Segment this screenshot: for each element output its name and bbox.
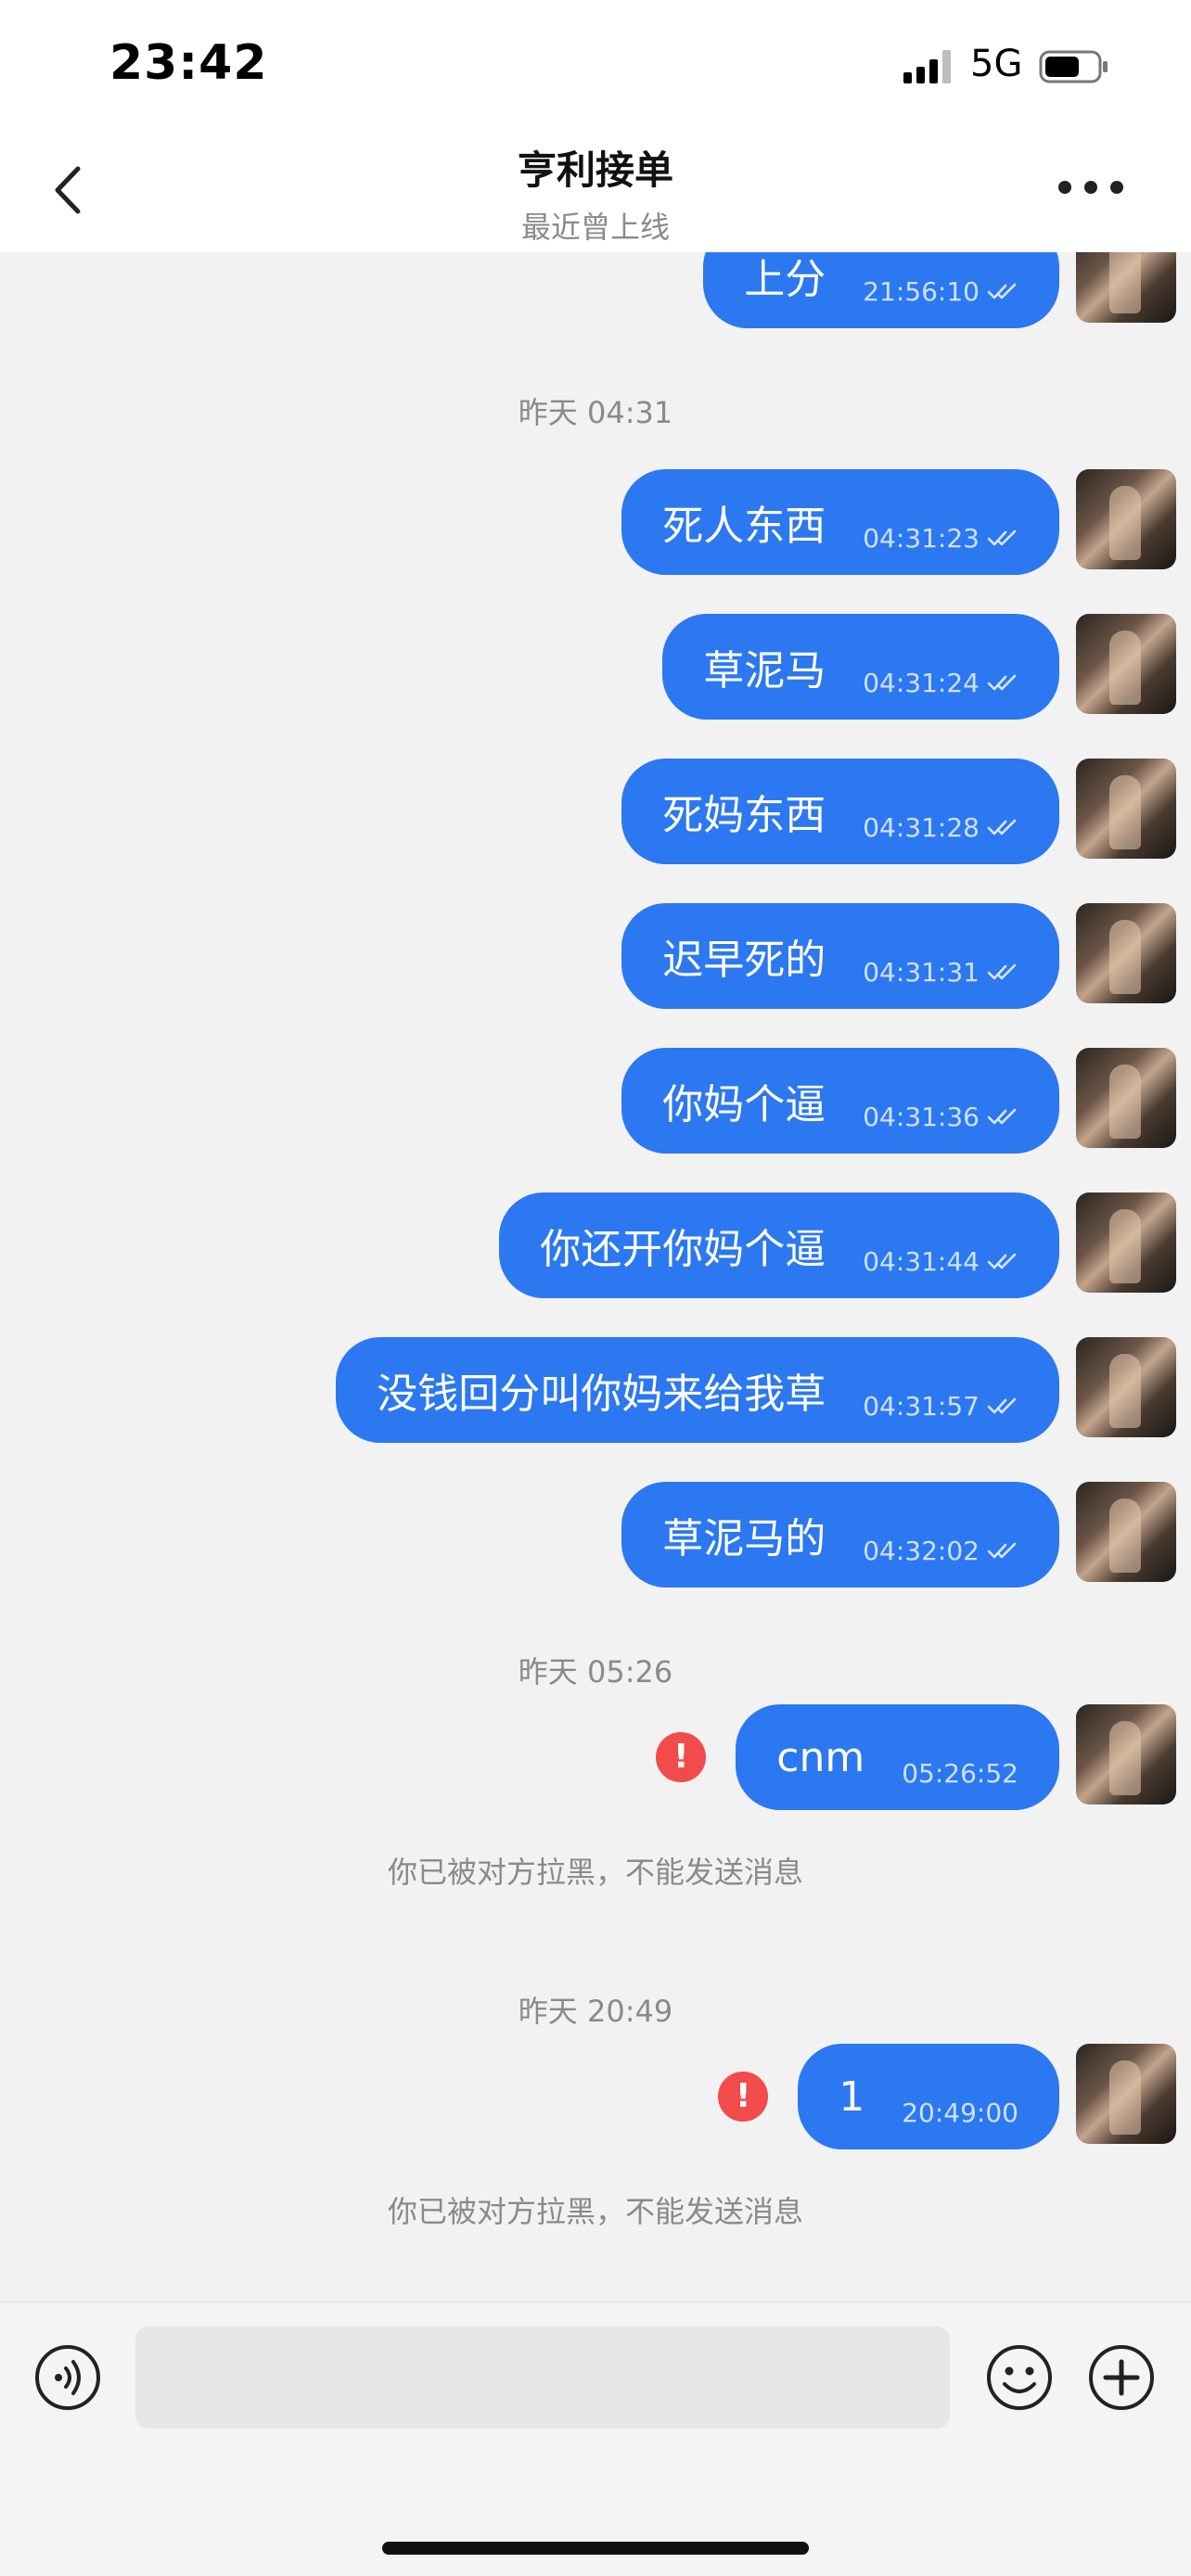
message-time: 04:31:44 xyxy=(863,1246,1018,1277)
error-icon[interactable]: ! xyxy=(718,2072,769,2122)
avatar[interactable] xyxy=(1076,903,1176,1003)
read-check-icon xyxy=(987,1397,1017,1414)
message-text: 草泥马 xyxy=(703,647,826,695)
message-time-text: 04:31:31 xyxy=(863,956,980,988)
message-bubble[interactable]: 迟早死的 04:31:31 xyxy=(621,903,1059,1009)
message-time: 04:31:31 xyxy=(863,957,1018,988)
read-check-icon xyxy=(987,529,1017,546)
message-time: 04:31:23 xyxy=(863,523,1018,554)
message-bubble[interactable]: 草泥马的 04:32:02 xyxy=(621,1482,1059,1588)
read-check-icon xyxy=(987,1253,1017,1269)
message-time-text: 04:31:44 xyxy=(863,1245,980,1277)
message-time: 21:56:10 xyxy=(863,276,1018,307)
message-input[interactable] xyxy=(135,2327,950,2429)
avatar[interactable] xyxy=(1076,252,1176,323)
date-separator: 昨天 04:31 xyxy=(518,395,673,430)
message-bubble[interactable]: cnm 05:26:52 xyxy=(736,1704,1059,1810)
chat-screen: 23:42 5G 亨利接单 最近曾上线 上分 21:56:10 昨天 04:31 死人… xyxy=(0,0,1191,2576)
message-row: 1 20:49:00! xyxy=(0,2044,1191,2149)
battery-icon xyxy=(1039,50,1108,83)
avatar[interactable] xyxy=(1076,614,1176,714)
cellular-signal-icon xyxy=(903,50,951,83)
message-row: 迟早死的 04:31:31 xyxy=(0,903,1191,1009)
message-time-text: 04:31:57 xyxy=(863,1390,980,1422)
read-check-icon xyxy=(987,674,1017,691)
voice-icon[interactable] xyxy=(33,2343,102,2412)
avatar[interactable] xyxy=(1076,759,1176,859)
network-type: 5G xyxy=(970,43,1023,85)
message-row: 上分 21:56:10 xyxy=(0,252,1191,328)
read-check-icon xyxy=(987,963,1017,980)
message-bubble[interactable]: 死妈东西 04:31:28 xyxy=(621,759,1059,864)
status-bar: 23:42 5G xyxy=(0,0,1191,130)
avatar[interactable] xyxy=(1076,1337,1176,1437)
message-time-text: 04:31:28 xyxy=(863,811,980,843)
message-text: 上分 xyxy=(744,256,826,303)
message-text: 迟早死的 xyxy=(662,937,826,984)
message-time-text: 04:31:23 xyxy=(863,522,980,554)
message-row: 草泥马的 04:32:02 xyxy=(0,1482,1191,1588)
message-time-text: 04:31:24 xyxy=(863,667,980,698)
message-bubble[interactable]: 死人东西 04:31:23 xyxy=(621,469,1059,575)
message-row: 草泥马 04:31:24 xyxy=(0,614,1191,720)
chat-title: 亨利接单 xyxy=(517,147,673,193)
message-bubble[interactable]: 上分 21:56:10 xyxy=(703,252,1059,328)
message-row: 死人东西 04:31:23 xyxy=(0,469,1191,575)
message-bubble[interactable]: 草泥马 04:31:24 xyxy=(662,614,1059,720)
message-text: 你妈个逼 xyxy=(662,1081,826,1129)
message-row: 你还开你妈个逼 04:31:44 xyxy=(0,1192,1191,1298)
message-time: 04:31:57 xyxy=(863,1391,1018,1422)
plus-icon[interactable] xyxy=(1087,2343,1156,2412)
message-time: 04:31:28 xyxy=(863,812,1018,843)
message-time: 04:31:36 xyxy=(863,1102,1018,1132)
read-check-icon xyxy=(987,283,1017,300)
message-time-text: 05:26:52 xyxy=(902,1757,1018,1789)
message-time-text: 04:32:02 xyxy=(863,1535,980,1566)
message-text: 1 xyxy=(839,2072,865,2121)
message-text: 草泥马的 xyxy=(662,1515,826,1562)
message-text: 没钱回分叫你妈来给我草 xyxy=(377,1371,826,1418)
read-check-icon xyxy=(987,819,1017,835)
avatar[interactable] xyxy=(1076,1704,1176,1804)
message-time: 04:31:24 xyxy=(863,668,1018,698)
avatar[interactable] xyxy=(1076,1192,1176,1293)
date-separator: 昨天 20:49 xyxy=(518,1994,673,2029)
chat-header: 亨利接单 最近曾上线 xyxy=(0,130,1191,252)
blocked-notice: 你已被对方拉黑，不能发送消息 xyxy=(387,2194,803,2229)
message-text: 死妈东西 xyxy=(662,792,826,839)
message-time: 04:32:02 xyxy=(863,1536,1018,1566)
date-separator: 昨天 05:26 xyxy=(518,1654,673,1690)
online-status: 最近曾上线 xyxy=(520,210,670,245)
avatar[interactable] xyxy=(1076,1482,1176,1582)
message-text: 死人东西 xyxy=(662,503,826,550)
emoji-icon[interactable] xyxy=(985,2343,1054,2412)
message-row: 死妈东西 04:31:28 xyxy=(0,759,1191,864)
avatar[interactable] xyxy=(1076,2044,1176,2144)
message-time-text: 20:49:00 xyxy=(902,2097,1018,2128)
message-bubble[interactable]: 没钱回分叫你妈来给我草 04:31:57 xyxy=(336,1337,1059,1443)
message-bubble[interactable]: 你妈个逼 04:31:36 xyxy=(621,1048,1059,1154)
input-bar xyxy=(0,2302,1191,2576)
message-row: cnm 05:26:52! xyxy=(0,1704,1191,1810)
message-row: 你妈个逼 04:31:36 xyxy=(0,1048,1191,1154)
avatar[interactable] xyxy=(1076,1048,1176,1148)
avatar[interactable] xyxy=(1076,469,1176,569)
message-time-text: 04:31:36 xyxy=(863,1101,980,1132)
message-list[interactable]: 上分 21:56:10 昨天 04:31 死人东西 04:31:23 草泥马 04:31:2… xyxy=(0,252,1191,2302)
message-text: 你还开你妈个逼 xyxy=(540,1226,826,1273)
message-time: 05:26:52 xyxy=(902,1758,1018,1789)
home-indicator[interactable] xyxy=(382,2542,809,2555)
message-bubble[interactable]: 1 20:49:00 xyxy=(798,2044,1059,2149)
message-text: cnm xyxy=(776,1733,865,1781)
message-time-text: 21:56:10 xyxy=(863,275,980,307)
message-bubble[interactable]: 你还开你妈个逼 04:31:44 xyxy=(499,1192,1059,1298)
read-check-icon xyxy=(987,1108,1017,1125)
message-row: 没钱回分叫你妈来给我草 04:31:57 xyxy=(0,1337,1191,1443)
error-icon[interactable]: ! xyxy=(656,1732,707,1782)
status-time: 23:42 xyxy=(109,35,268,91)
read-check-icon xyxy=(987,1542,1017,1559)
blocked-notice: 你已被对方拉黑，不能发送消息 xyxy=(387,1855,803,1890)
more-icon[interactable] xyxy=(1054,169,1128,206)
message-time: 20:49:00 xyxy=(902,2098,1018,2128)
